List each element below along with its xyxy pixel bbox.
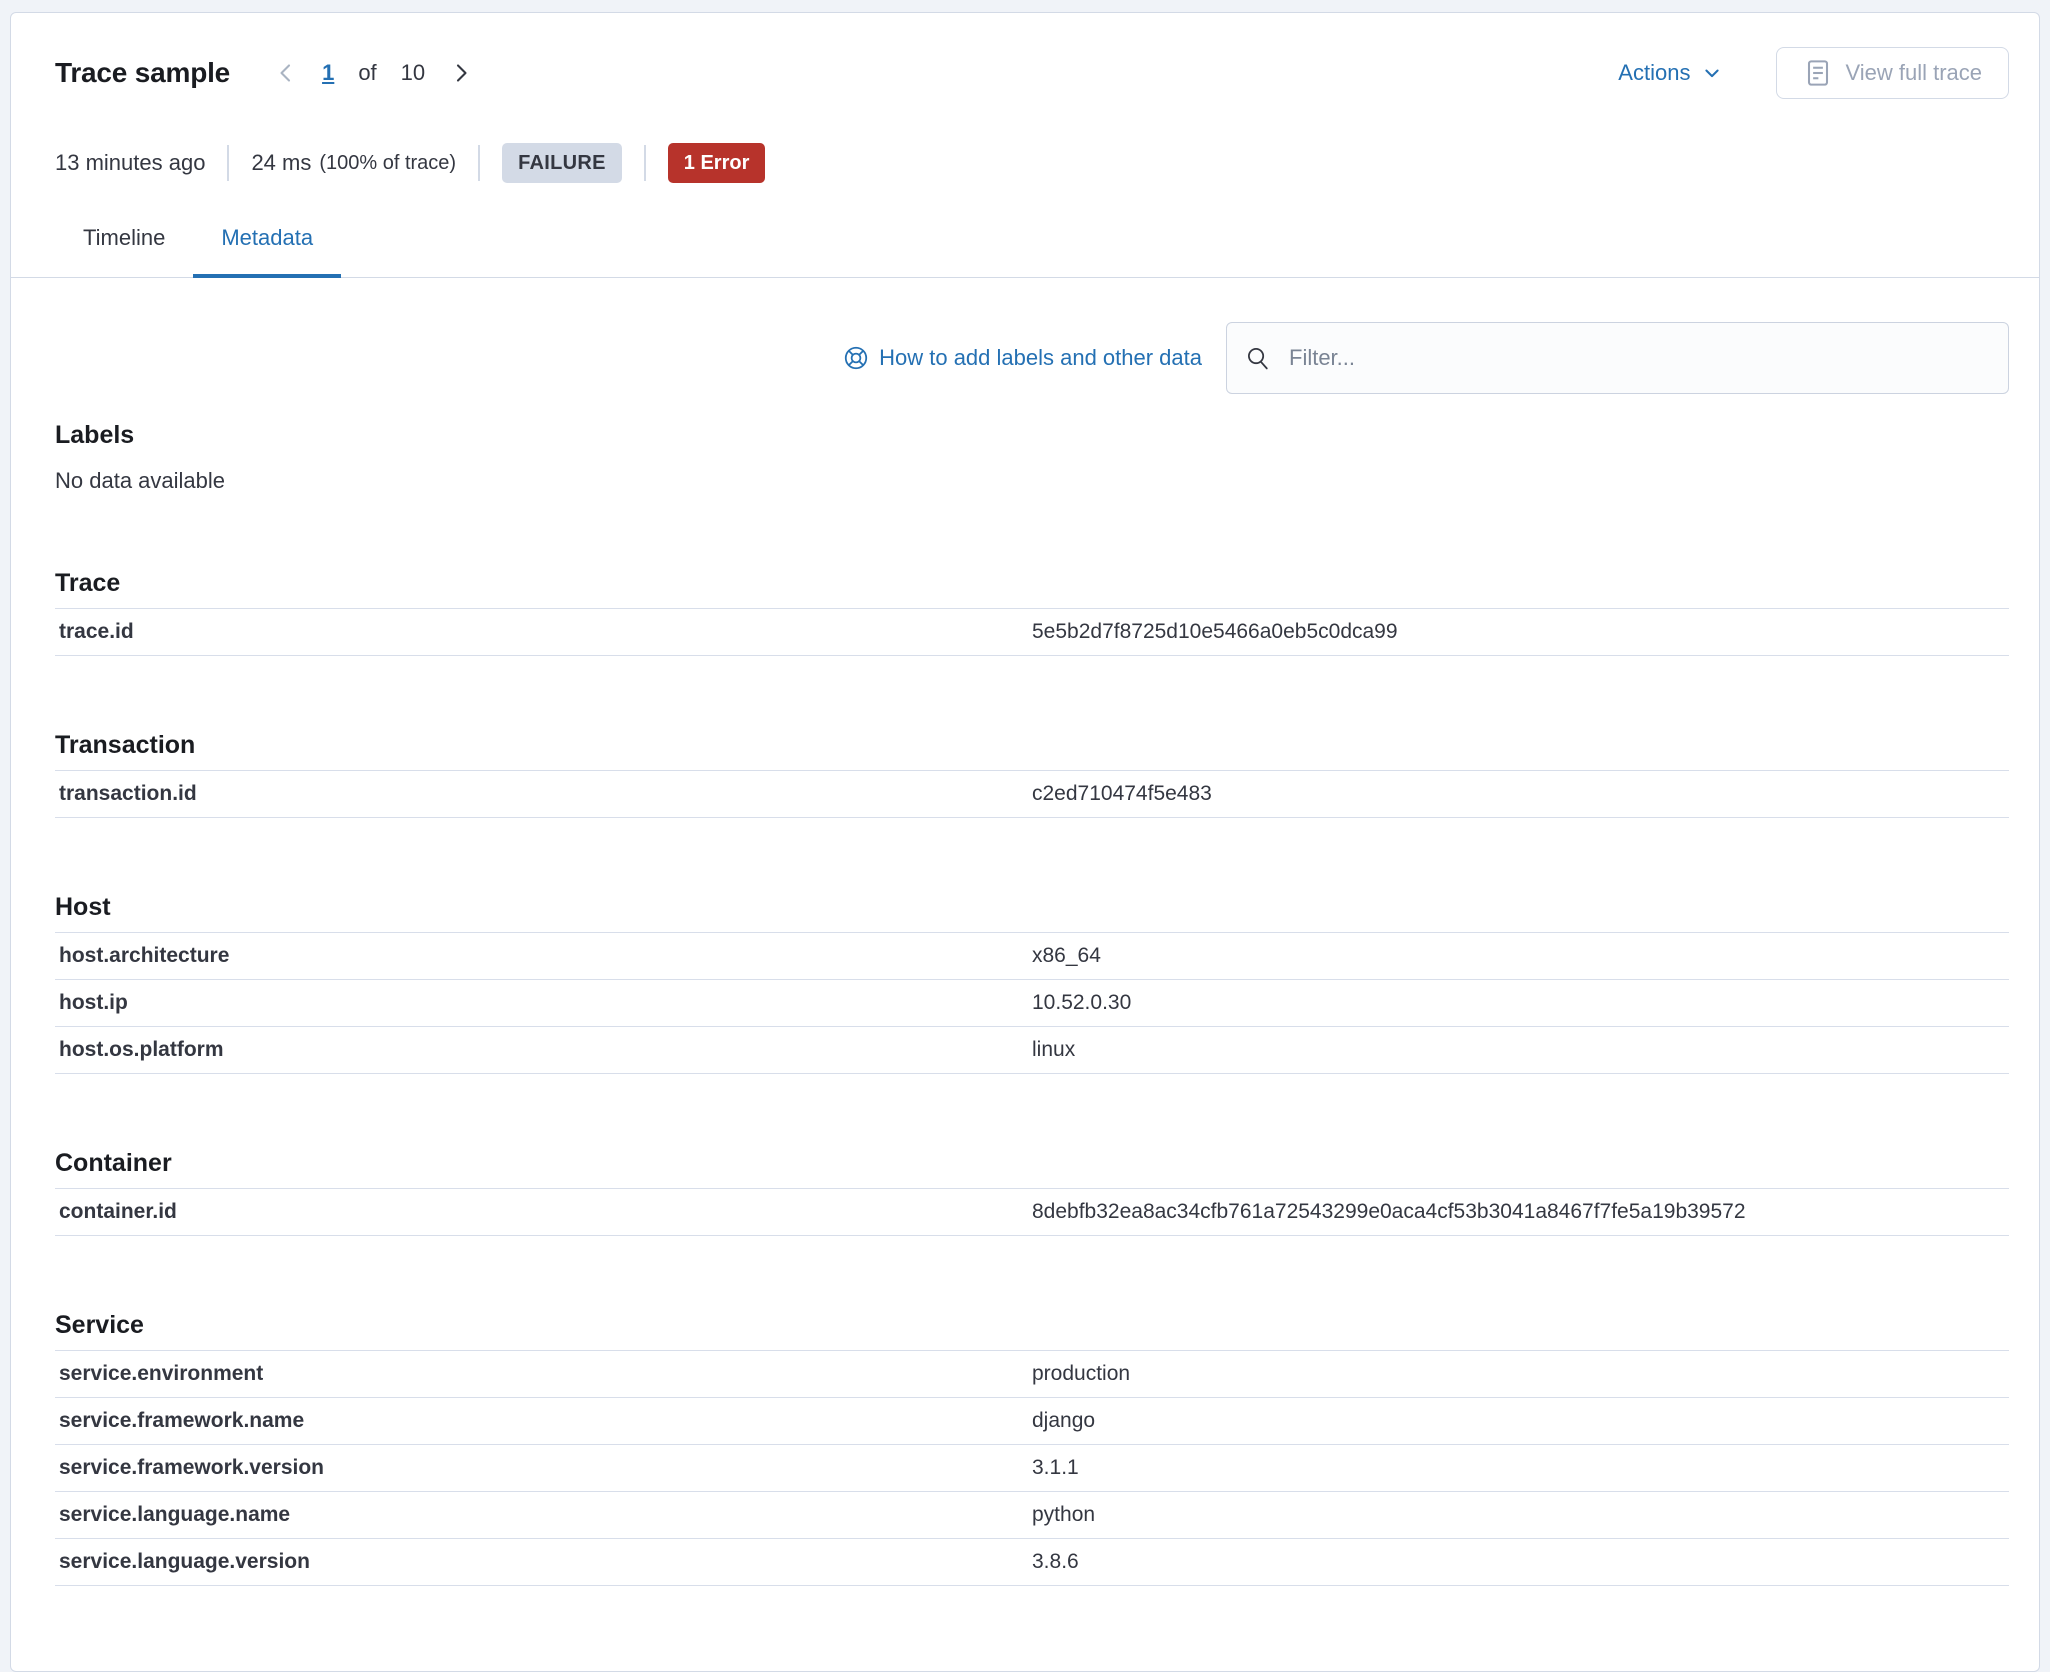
pagination-total: 10 <box>401 60 425 86</box>
table-row: service.framework.namedjango <box>55 1397 2009 1444</box>
row-key: service.framework.version <box>55 1457 1032 1479</box>
divider <box>227 145 229 181</box>
row-key: container.id <box>55 1201 1032 1223</box>
metadata-section: Service service.environmentproductionser… <box>55 1308 2009 1586</box>
metadata-section: Host host.architecturex86_64host.ip10.52… <box>55 890 2009 1074</box>
row-key: service.language.version <box>55 1551 1032 1573</box>
filter-field <box>1226 322 2009 394</box>
metadata-section: Trace trace.id5e5b2d7f8725d10e5466a0eb5c… <box>55 566 2009 656</box>
row-key: host.ip <box>55 992 1032 1014</box>
trace-duration-percent: (100% of trace) <box>319 152 456 175</box>
row-value: 5e5b2d7f8725d10e5466a0eb5c0dca99 <box>1032 621 2009 643</box>
table-row: container.id8debfb32ea8ac34cfb761a725432… <box>55 1188 2009 1236</box>
section-title: Service <box>55 1308 2009 1342</box>
row-value: 3.1.1 <box>1032 1457 2009 1479</box>
result-status-badge: FAILURE <box>502 143 622 183</box>
row-value: django <box>1032 1410 2009 1432</box>
chevron-down-icon <box>1702 63 1722 83</box>
table-row: trace.id5e5b2d7f8725d10e5466a0eb5c0dca99 <box>55 608 2009 656</box>
row-value: linux <box>1032 1039 2009 1061</box>
document-icon <box>1803 58 1833 88</box>
row-key: host.os.platform <box>55 1039 1032 1061</box>
row-key: trace.id <box>55 621 1032 643</box>
table-row: host.architecturex86_64 <box>55 932 2009 979</box>
next-trace-button[interactable] <box>449 61 473 85</box>
row-value: production <box>1032 1363 2009 1385</box>
error-count-badge[interactable]: 1 Error <box>668 143 766 183</box>
search-icon <box>1245 345 1271 371</box>
metadata-section: Transaction transaction.idc2ed710474f5e4… <box>55 728 2009 818</box>
section-title: Host <box>55 890 2009 924</box>
lifebuoy-icon <box>843 345 869 371</box>
current-page-link[interactable]: 1 <box>322 60 334 86</box>
tab-metadata[interactable]: Metadata <box>193 223 341 277</box>
metadata-sections: Labels No data available Trace trace.id5… <box>55 418 2009 1586</box>
trace-duration: 24 ms <box>251 150 311 176</box>
table-row: host.os.platformlinux <box>55 1026 2009 1074</box>
help-link-label: How to add labels and other data <box>879 345 1202 371</box>
table-row: service.environmentproduction <box>55 1350 2009 1397</box>
divider <box>478 145 480 181</box>
row-value: 3.8.6 <box>1032 1551 2009 1573</box>
row-value: 8debfb32ea8ac34cfb761a72543299e0aca4cf53… <box>1032 1201 2009 1223</box>
section-title: Container <box>55 1146 2009 1180</box>
row-key: service.language.name <box>55 1504 1032 1526</box>
row-value: x86_64 <box>1032 945 2009 967</box>
section-table: container.id8debfb32ea8ac34cfb761a725432… <box>55 1188 2009 1236</box>
trace-tabs: Timeline Metadata <box>11 223 2039 278</box>
header-actions-group: Actions View full trace <box>1612 47 2009 99</box>
prev-trace-button[interactable] <box>274 61 298 85</box>
panel-header: Trace sample 1 of 10 Actions <box>55 47 2009 99</box>
row-value: 10.52.0.30 <box>1032 992 2009 1014</box>
table-row: transaction.idc2ed710474f5e483 <box>55 770 2009 818</box>
section-table: transaction.idc2ed710474f5e483 <box>55 770 2009 818</box>
metadata-section: Container container.id8debfb32ea8ac34cfb… <box>55 1146 2009 1236</box>
table-row: service.framework.version3.1.1 <box>55 1444 2009 1491</box>
actions-menu-button[interactable]: Actions <box>1612 59 1728 87</box>
trace-meta-row: 13 minutes ago 24 ms (100% of trace) FAI… <box>55 143 2009 183</box>
view-full-trace-button[interactable]: View full trace <box>1776 47 2009 99</box>
chevron-right-icon <box>449 61 473 85</box>
pagination-of-label: of <box>358 60 376 86</box>
section-table: host.architecturex86_64host.ip10.52.0.30… <box>55 932 2009 1074</box>
table-row: service.language.namepython <box>55 1491 2009 1538</box>
trace-sample-panel: Trace sample 1 of 10 Actions <box>10 12 2040 1672</box>
page-title: Trace sample <box>55 55 230 91</box>
trace-timestamp: 13 minutes ago <box>55 150 205 176</box>
table-row: host.ip10.52.0.30 <box>55 979 2009 1026</box>
row-key: transaction.id <box>55 783 1032 805</box>
row-key: service.framework.name <box>55 1410 1032 1432</box>
section-table: trace.id5e5b2d7f8725d10e5466a0eb5c0dca99 <box>55 608 2009 656</box>
no-data-text: No data available <box>55 468 2009 494</box>
row-value: python <box>1032 1504 2009 1526</box>
trace-pagination: 1 of 10 <box>250 60 473 86</box>
filter-input[interactable] <box>1287 344 1990 372</box>
section-title: Transaction <box>55 728 2009 762</box>
actions-label: Actions <box>1618 60 1690 86</box>
tab-timeline[interactable]: Timeline <box>55 223 193 277</box>
view-full-trace-label: View full trace <box>1845 60 1982 86</box>
row-key: service.environment <box>55 1363 1032 1385</box>
chevron-left-icon <box>274 61 298 85</box>
section-title: Labels <box>55 418 2009 452</box>
metadata-section: Labels No data available <box>55 418 2009 494</box>
row-key: host.architecture <box>55 945 1032 967</box>
section-table: service.environmentproductionservice.fra… <box>55 1350 2009 1586</box>
divider <box>644 145 646 181</box>
row-value: c2ed710474f5e483 <box>1032 783 2009 805</box>
table-row: service.language.version3.8.6 <box>55 1538 2009 1586</box>
section-title: Trace <box>55 566 2009 600</box>
metadata-toolbar: How to add labels and other data <box>55 322 2009 394</box>
help-link[interactable]: How to add labels and other data <box>843 345 1202 371</box>
